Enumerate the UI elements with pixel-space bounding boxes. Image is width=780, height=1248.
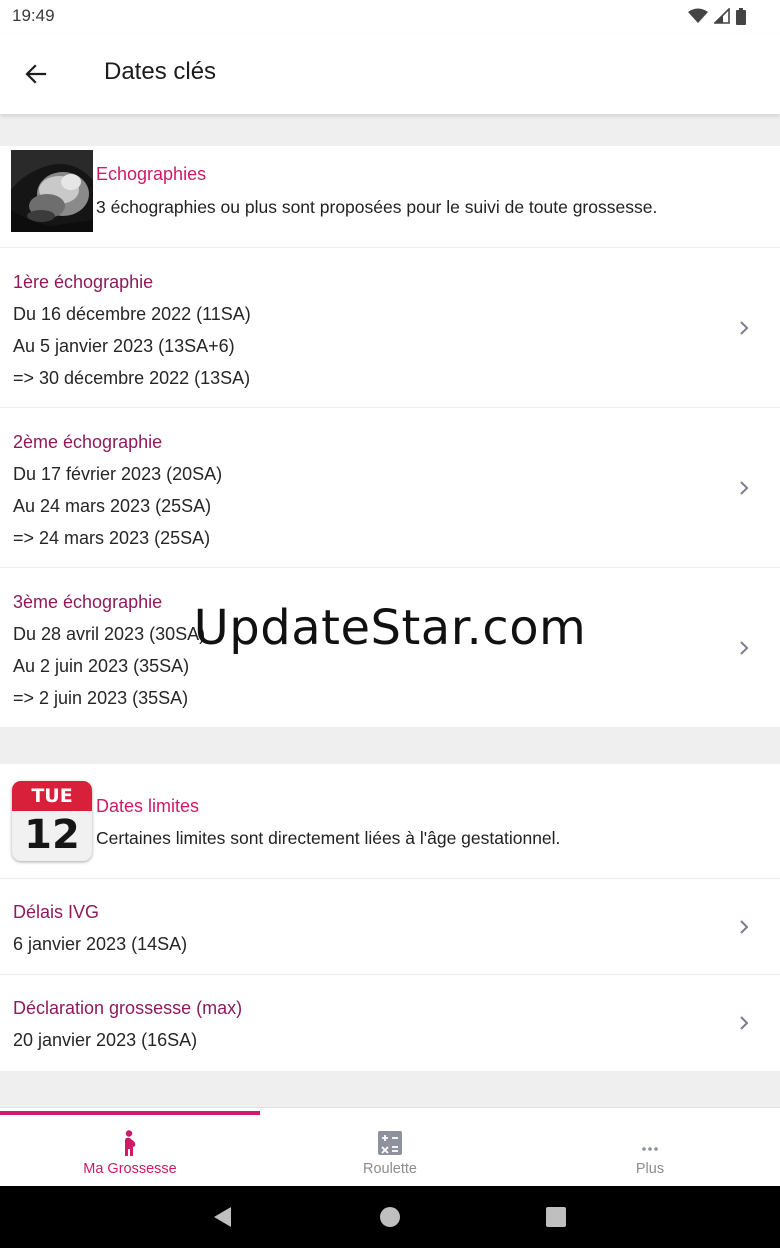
- tab-plus[interactable]: Plus: [520, 1116, 780, 1186]
- item-line: => 24 mars 2023 (25SA): [13, 528, 211, 548]
- status-bar: 19:49: [0, 0, 780, 34]
- echographies-title: Echographies: [96, 164, 207, 184]
- item-line: Au 2 juin 2023 (35SA): [13, 656, 190, 676]
- status-time: 19:49: [12, 6, 55, 25]
- tab-label: Ma Grossesse: [83, 1161, 177, 1177]
- item-line: Du 16 décembre 2022 (11SA): [13, 304, 251, 324]
- calendar-day-name: TUE: [12, 781, 92, 811]
- wifi-icon: [688, 8, 708, 23]
- system-icons: [688, 7, 746, 25]
- app-bar: Dates clés: [0, 34, 780, 114]
- echographies-description: 3 échographies ou plus sont proposées po…: [96, 197, 658, 217]
- tab-roulette[interactable]: Roulette: [260, 1116, 520, 1186]
- item-title: Déclaration grossesse (max): [13, 998, 243, 1018]
- item-line: Au 24 mars 2023 (25SA): [13, 496, 212, 516]
- dates-limites-section: TUE 12 Dates limites Certaines limites s…: [0, 764, 780, 1071]
- back-button[interactable]: [18, 56, 54, 92]
- tab-ma-grossesse[interactable]: Ma Grossesse: [0, 1116, 260, 1186]
- chevron-right-icon: [740, 920, 749, 934]
- signal-icon: [714, 8, 730, 24]
- echographies-header: Echographies 3 échographies ou plus sont…: [0, 146, 780, 248]
- arrow-back-icon: [25, 64, 47, 84]
- system-back-button[interactable]: [209, 1204, 235, 1230]
- item-line: Du 17 février 2023 (20SA): [13, 464, 223, 484]
- item-line: => 30 décembre 2022 (13SA): [13, 368, 251, 388]
- calculator-icon: [378, 1130, 402, 1156]
- echography-item-2[interactable]: 2ème échographie Du 17 février 2023 (20S…: [0, 408, 780, 568]
- watermark: UpdateStar.com: [193, 600, 587, 656]
- triangle-back-icon: [214, 1207, 231, 1227]
- battery-icon: [736, 7, 746, 25]
- page-title: Dates clés: [104, 58, 217, 85]
- limit-item-ivg[interactable]: Délais IVG 6 janvier 2023 (14SA): [0, 879, 780, 975]
- circle-home-icon: [380, 1207, 400, 1227]
- calendar-icon: TUE 12: [12, 781, 92, 861]
- dates-limites-header: TUE 12 Dates limites Certaines limites s…: [0, 764, 780, 879]
- square-recents-icon: [546, 1207, 566, 1227]
- echography-item-1[interactable]: 1ère échographie Du 16 décembre 2022 (11…: [0, 248, 780, 408]
- item-title: 1ère échographie: [13, 272, 154, 292]
- chevron-right-icon: [740, 321, 749, 335]
- item-title: Délais IVG: [13, 902, 100, 922]
- ultrasound-image: [11, 150, 93, 232]
- calendar-day-number: 12: [24, 812, 80, 858]
- item-line: => 2 juin 2023 (35SA): [13, 688, 189, 708]
- item-title: 2ème échographie: [13, 432, 163, 452]
- limit-item-declaration[interactable]: Déclaration grossesse (max) 20 janvier 2…: [0, 975, 780, 1071]
- tab-label: Roulette: [362, 1161, 417, 1177]
- system-home-button[interactable]: [377, 1204, 403, 1230]
- dates-limites-title: Dates limites: [96, 796, 200, 816]
- system-navigation-bar: [0, 1186, 780, 1248]
- pregnant-woman-icon: [118, 1130, 142, 1156]
- item-line: 6 janvier 2023 (14SA): [13, 934, 188, 954]
- chevron-right-icon: [740, 1016, 749, 1030]
- bottom-navigation: Ma Grossesse Roulette Plus: [0, 1107, 780, 1186]
- item-line: Au 5 janvier 2023 (13SA+6): [13, 336, 235, 356]
- system-recents-button[interactable]: [543, 1204, 569, 1230]
- chevron-right-icon: [740, 481, 749, 495]
- dates-limites-description: Certaines limites sont directement liées…: [96, 828, 561, 848]
- item-line: 20 janvier 2023 (16SA): [13, 1030, 198, 1050]
- active-tab-indicator: [0, 1111, 260, 1115]
- tab-label: Plus: [635, 1161, 665, 1177]
- more-dots-icon: [638, 1130, 662, 1156]
